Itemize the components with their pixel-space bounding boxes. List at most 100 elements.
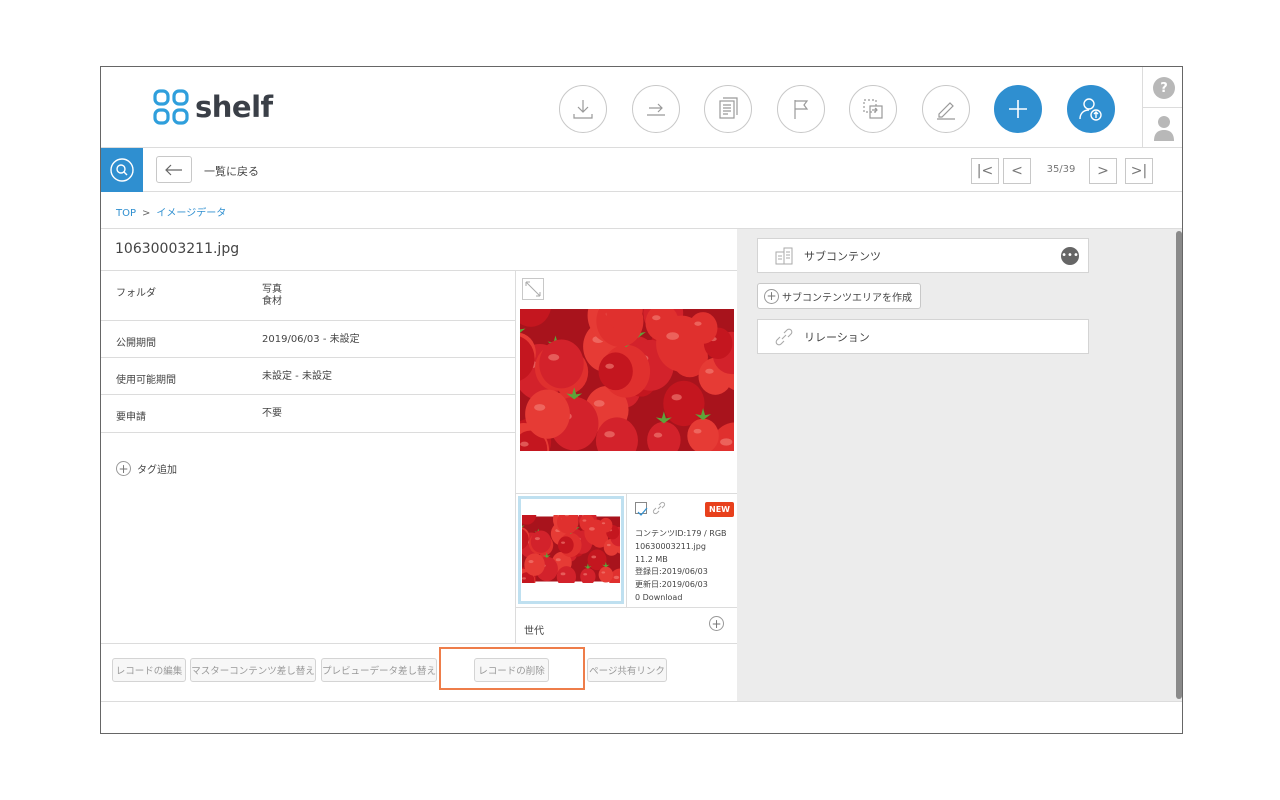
edit-record-button[interactable]: レコードの編集 xyxy=(112,658,186,682)
download-icon xyxy=(573,100,593,119)
move-button[interactable] xyxy=(849,85,897,133)
metadata-table: フォルダ 写真 食材 公開期間 2019/06/03 - 未設定 使用可能期間 … xyxy=(101,271,515,433)
back-label[interactable]: 一覧に戻る xyxy=(204,163,259,179)
side-utility-bar: ? xyxy=(1142,67,1182,148)
folder-food[interactable]: 食材 xyxy=(262,296,282,308)
new-badge: NEW xyxy=(705,502,734,517)
export-icon xyxy=(647,103,665,116)
record-navbar: 一覧に戻る |< < 35/39 > >| xyxy=(101,148,1182,192)
meta-label: 公開期間 xyxy=(116,338,156,349)
checkbox-icon[interactable] xyxy=(635,502,648,516)
subcontents-label: サブコンテンツ xyxy=(804,249,881,263)
back-button[interactable] xyxy=(156,156,192,183)
record-title: 10630003211.jpg xyxy=(115,241,240,257)
more-icon[interactable]: ••• xyxy=(1061,247,1079,265)
breadcrumb-top[interactable]: TOP xyxy=(116,208,136,219)
preview-panel: NEW コンテンツID:179 / RGB 10630003211.jpg 11… xyxy=(515,271,738,643)
content-details: コンテンツID:179 / RGB 10630003211.jpg 11.2 M… xyxy=(635,528,727,605)
chevron-right-icon: > xyxy=(1097,163,1109,179)
replace-master-button[interactable]: マスターコンテンツ差し替え xyxy=(190,658,316,682)
create-subcontent-area-button[interactable]: + サブコンテンツエリアを作成 xyxy=(757,283,921,309)
content-id: コンテンツID:179 / RGB xyxy=(635,529,727,538)
subcontents-card[interactable]: サブコンテンツ ••• xyxy=(757,238,1089,273)
content-size: 11.2 MB xyxy=(635,554,668,564)
add-generation-icon[interactable]: + xyxy=(709,616,724,631)
expand-icon[interactable] xyxy=(522,278,544,300)
breadcrumb: TOP > イメージデータ xyxy=(116,204,226,219)
app-window: shelf ? 一覧に戻る |< < 35/39 > >| TOP > イメージ… xyxy=(100,66,1183,734)
prev-page-button[interactable]: < xyxy=(1003,158,1031,184)
breadcrumb-separator: > xyxy=(142,208,151,219)
edit-button[interactable] xyxy=(922,85,970,133)
shelf-logo-icon xyxy=(153,89,189,125)
share-link-button[interactable]: ページ共有リンク xyxy=(587,658,667,682)
meta-value: 未設定 - 未設定 xyxy=(262,371,332,382)
divider xyxy=(101,643,737,644)
user-icon[interactable] xyxy=(1154,115,1174,141)
document-icon xyxy=(719,97,738,119)
preview-image[interactable] xyxy=(520,309,734,451)
expand-arrows-icon xyxy=(525,281,541,297)
content-downloads: 0 Download xyxy=(635,592,683,602)
strawberries-thumbnail xyxy=(522,515,620,583)
plus-circle-icon: + xyxy=(116,461,131,476)
meta-row-publish-period: 公開期間 2019/06/03 - 未設定 xyxy=(101,321,515,358)
replace-preview-button[interactable]: プレビューデータ差し替え xyxy=(321,658,437,682)
flag-icon xyxy=(794,100,809,119)
download-button[interactable] xyxy=(559,85,607,133)
subcontents-icon xyxy=(775,247,793,264)
subcontent-panel: サブコンテンツ ••• + サブコンテンツエリアを作成 リレーション xyxy=(737,229,1182,701)
last-page-icon: >| xyxy=(1130,163,1148,179)
user-upload-button[interactable] xyxy=(1067,85,1115,133)
meta-value: 2019/06/03 - 未設定 xyxy=(262,334,360,345)
delete-record-button[interactable]: レコードの削除 xyxy=(474,658,549,682)
plus-circle-icon: + xyxy=(764,288,779,304)
user-upload-icon xyxy=(1079,98,1102,121)
add-tag-label: タグ追加 xyxy=(137,465,177,476)
search-button[interactable] xyxy=(101,148,143,192)
meta-row-usage-period: 使用可能期間 未設定 - 未設定 xyxy=(101,358,515,395)
relation-card[interactable]: リレーション xyxy=(757,319,1089,354)
breadcrumb-image-data[interactable]: イメージデータ xyxy=(156,208,226,219)
folder-photo[interactable]: 写真 xyxy=(262,284,282,296)
relation-label: リレーション xyxy=(804,330,870,344)
first-page-button[interactable]: |< xyxy=(971,158,999,184)
app-header: shelf xyxy=(101,67,1142,148)
arrow-left-icon xyxy=(165,164,182,175)
generation-label: 世代 xyxy=(524,626,544,637)
content-registered: 登録日:2019/06/03 xyxy=(635,567,708,577)
meta-row-folder: フォルダ 写真 食材 xyxy=(101,271,515,321)
link-icon[interactable] xyxy=(652,501,666,515)
flag-button[interactable] xyxy=(777,85,825,133)
chevron-left-icon: < xyxy=(1011,163,1023,179)
plus-icon xyxy=(1009,100,1027,118)
content-info: NEW コンテンツID:179 / RGB 10630003211.jpg 11… xyxy=(626,494,738,608)
add-tag-button[interactable]: + タグ追加 xyxy=(116,461,177,476)
meta-label: フォルダ xyxy=(116,288,156,299)
meta-label: 使用可能期間 xyxy=(116,375,176,386)
document-button[interactable] xyxy=(704,85,752,133)
content-filename: 10630003211.jpg xyxy=(635,541,706,551)
page-count: 35/39 xyxy=(1046,164,1076,175)
meta-label: 要申請 xyxy=(116,412,146,423)
generation-row: 世代 + xyxy=(516,607,738,643)
strawberries-image xyxy=(520,309,734,451)
first-page-icon: |< xyxy=(976,163,994,179)
meta-value: 不要 xyxy=(262,408,282,419)
divider xyxy=(101,701,1182,702)
next-page-button[interactable]: > xyxy=(1089,158,1117,184)
create-subcontent-label: サブコンテンツエリアを作成 xyxy=(782,292,912,304)
last-page-button[interactable]: >| xyxy=(1125,158,1153,184)
add-button[interactable] xyxy=(994,85,1042,133)
help-icon[interactable]: ? xyxy=(1153,77,1175,99)
thumbnail-image xyxy=(522,515,620,583)
shelf-logo[interactable]: shelf xyxy=(153,89,273,125)
link-icon xyxy=(775,328,793,345)
content-thumbnail[interactable] xyxy=(518,496,624,604)
content-updated: 更新日:2019/06/03 xyxy=(635,580,708,590)
content-card: NEW コンテンツID:179 / RGB 10630003211.jpg 11… xyxy=(516,493,738,608)
meta-value: 写真 食材 xyxy=(262,284,282,308)
scrollbar-thumb[interactable] xyxy=(1176,231,1182,699)
export-button[interactable] xyxy=(632,85,680,133)
scrollbar[interactable] xyxy=(1175,229,1182,701)
